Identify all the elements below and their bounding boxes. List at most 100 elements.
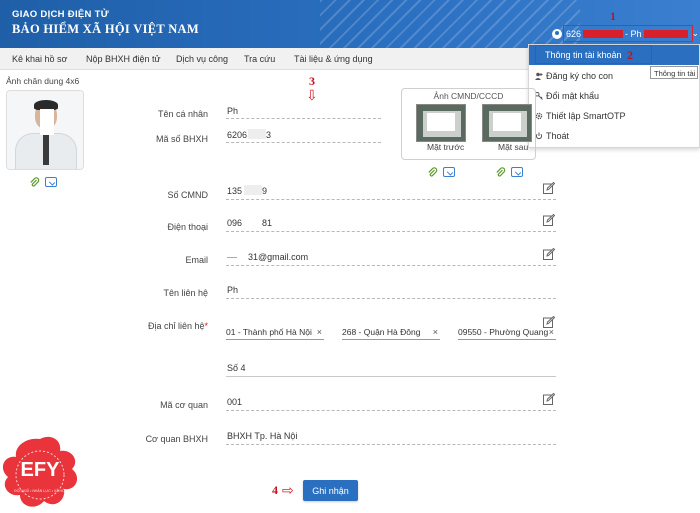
- value-ma-so-bhxh[interactable]: 6206: [227, 130, 247, 140]
- menu-item-label: Đăng ký cho con: [546, 71, 614, 81]
- label-co-quan-bhxh: Cơ quan BHXH: [145, 434, 208, 444]
- annotation-step-1: 1: [610, 9, 616, 23]
- cmnd-back-actions: [495, 167, 523, 178]
- cmnd-front-actions: [427, 167, 455, 178]
- clear-icon[interactable]: ×: [549, 327, 554, 337]
- underline-dien-thoai: [226, 231, 556, 232]
- annotation-step-2: 2: [627, 48, 633, 62]
- clear-icon[interactable]: ×: [317, 327, 322, 337]
- annotation-box-2: [535, 45, 652, 64]
- submit-button[interactable]: Ghi nhận: [303, 480, 358, 501]
- cmnd-title: Ảnh CMND/CCCD: [433, 91, 504, 101]
- annotation-arrow-down: ⇩: [306, 87, 318, 103]
- value-ma-so-bhxh-end: 3: [266, 130, 272, 140]
- power-icon: [535, 132, 543, 140]
- select-province-value: 01 - Thành phố Hà Nội: [226, 326, 312, 337]
- underline-ma-co-quan: [226, 410, 556, 411]
- cmnd-back-caption: Mặt sau: [498, 142, 529, 152]
- value-ma-co-quan[interactable]: 001: [227, 397, 242, 407]
- gear-icon: [535, 112, 543, 120]
- edit-icon[interactable]: [543, 213, 556, 226]
- label-ma-co-quan: Mã cơ quan: [160, 400, 208, 410]
- required-mark: *: [204, 321, 208, 331]
- attach-icon[interactable]: [495, 167, 506, 178]
- menu-item-label: Thiết lập SmartOTP: [546, 111, 626, 121]
- underline-street: [226, 376, 556, 377]
- annotation-step-4: 4: [272, 483, 278, 497]
- underline-co-quan-bhxh: [226, 444, 556, 445]
- label-ma-so-bhxh: Mã số BHXH: [155, 134, 208, 144]
- value-street[interactable]: Số 4: [227, 363, 246, 373]
- portrait-photo[interactable]: [6, 90, 84, 170]
- menu-doi-mat-khau[interactable]: Đổi mật khẩu: [534, 91, 600, 101]
- value-email-masked: [227, 252, 237, 262]
- download-icon[interactable]: [45, 177, 57, 187]
- nav-dich-vu-cong[interactable]: Dịch vụ công: [176, 54, 228, 64]
- attach-icon[interactable]: [29, 177, 40, 188]
- nav-nop-bhxh[interactable]: Nộp BHXH điện tử: [86, 54, 161, 64]
- value-mask: [244, 185, 262, 195]
- header-pattern: [320, 0, 580, 48]
- efy-logo: EFY ĐỘI NGŨ • NHÂN LỰC • XÃ HỘI: [0, 435, 80, 511]
- logo-text: EFY: [20, 459, 60, 481]
- cmnd-back-image[interactable]: [482, 104, 532, 142]
- label-dia-chi: Địa chỉ liên hệ*: [108, 321, 208, 331]
- portrait-face-mask: [40, 109, 54, 135]
- underline-email: [226, 265, 556, 266]
- cmnd-front-image[interactable]: [416, 104, 466, 142]
- brand-title[interactable]: BẢO HIỂM XÃ HỘI VIỆT NAM: [12, 22, 199, 37]
- nav-tai-lieu[interactable]: Tài liệu & ứng dụng: [294, 54, 373, 64]
- value-dien-thoai-end: 81: [262, 218, 273, 228]
- portrait-label: Ảnh chân dung 4x6: [6, 76, 80, 86]
- menu-thiet-lap-smartotp[interactable]: Thiết lập SmartOTP: [535, 111, 626, 121]
- label-so-cmnd: Số CMND: [167, 190, 208, 200]
- label-dien-thoai: Điện thoại: [167, 222, 208, 232]
- label-ten-lien-he: Tên liên hệ: [163, 288, 208, 298]
- menu-thoat[interactable]: Thoát: [535, 131, 569, 141]
- brand-subtitle: GIAO DỊCH ĐIỆN TỬ: [12, 9, 109, 20]
- select-province[interactable]: 01 - Thành phố Hà Nội ×: [226, 324, 324, 340]
- annotation-box-1: [563, 25, 693, 42]
- nav-ke-khai[interactable]: Kê khai hồ sơ: [12, 54, 67, 64]
- download-icon[interactable]: [511, 167, 523, 177]
- value-so-cmnd-end: 9: [262, 186, 268, 196]
- underline-ten-ca-nhan: [226, 118, 381, 119]
- value-ten-ca-nhan[interactable]: Ph: [227, 106, 238, 116]
- attach-icon[interactable]: [427, 167, 438, 178]
- underline-ten-lien-he: [226, 298, 556, 299]
- logo-ring-text: ĐỘI NGŨ • NHÂN LỰC • XÃ HỘI: [14, 489, 66, 493]
- select-district-value: 268 - Quận Hà Đông: [342, 326, 421, 337]
- portrait-tie: [43, 135, 49, 165]
- menu-item-label: Thoát: [546, 131, 570, 141]
- menu-item-label: Đổi mật khẩu: [546, 91, 600, 101]
- value-email[interactable]: 31@gmail.com: [248, 252, 308, 262]
- cmnd-front-caption: Mặt trước: [427, 142, 465, 152]
- value-mask: [248, 129, 266, 139]
- key-icon: [534, 91, 543, 100]
- underline-so-cmnd: [226, 199, 556, 200]
- edit-icon[interactable]: [543, 247, 556, 260]
- value-so-cmnd[interactable]: 135: [227, 186, 242, 196]
- user-icon: [552, 28, 562, 39]
- label-dia-chi-text: Địa chỉ liên hệ: [147, 321, 205, 331]
- clear-icon[interactable]: ×: [433, 327, 438, 337]
- label-email: Email: [185, 255, 208, 265]
- select-ward[interactable]: 09550 - Phường Quang ×: [458, 324, 556, 340]
- nav-tra-cuu[interactable]: Tra cứu: [244, 54, 275, 64]
- edit-icon[interactable]: [543, 392, 556, 405]
- label-ten-ca-nhan: Tên cá nhân: [157, 109, 208, 119]
- value-dien-thoai[interactable]: 096: [227, 218, 242, 228]
- select-district[interactable]: 268 - Quận Hà Đông ×: [342, 324, 440, 340]
- underline-ma-so-bhxh: [226, 142, 381, 143]
- menu-dang-ky-cho-con[interactable]: Đăng ký cho con: [535, 71, 613, 81]
- value-ten-lien-he[interactable]: Ph: [227, 285, 238, 295]
- value-co-quan-bhxh: BHXH Tp. Hà Nội: [227, 431, 298, 441]
- edit-icon[interactable]: [543, 181, 556, 194]
- tooltip-thong-tin: Thông tin tài: [650, 66, 698, 79]
- value-mask: [242, 105, 288, 115]
- user-add-icon: [535, 72, 543, 80]
- download-icon[interactable]: [443, 167, 455, 177]
- value-mask: [240, 284, 280, 294]
- annotation-arrow-right: ⇨: [282, 482, 294, 498]
- portrait-actions: [29, 177, 57, 188]
